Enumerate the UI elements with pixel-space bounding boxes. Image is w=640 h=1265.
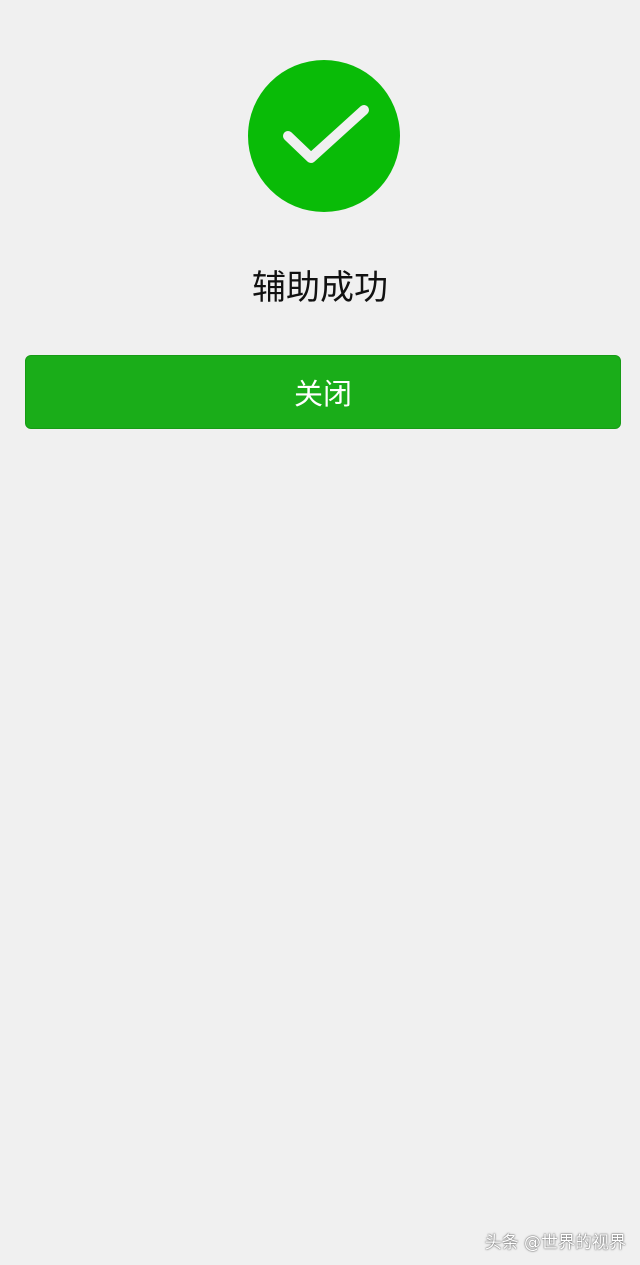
checkmark-icon xyxy=(283,105,369,163)
result-title: 辅助成功 xyxy=(252,268,388,308)
success-check-icon xyxy=(248,60,400,212)
watermark-text: 头条 @世界的视界 xyxy=(484,1233,626,1253)
close-button[interactable]: 关闭 xyxy=(25,355,621,429)
